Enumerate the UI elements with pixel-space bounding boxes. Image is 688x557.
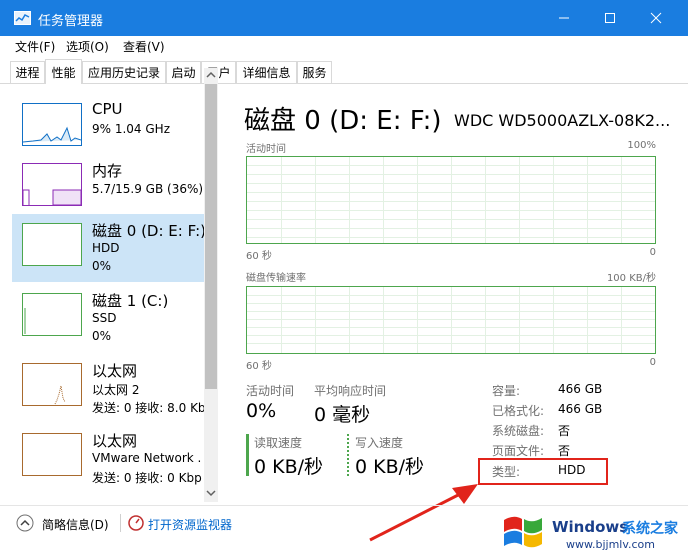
disk-model: WDC WD5000AZLX-08K2... [454, 111, 671, 130]
minimize-button[interactable] [541, 0, 587, 36]
sidebar-item-adapter: 以太网 2 [92, 383, 140, 397]
tab-details[interactable]: 详细信息 [236, 61, 297, 83]
scrollbar-thumb[interactable] [205, 84, 217, 389]
ethernet2-thumbnail [22, 433, 82, 476]
close-button[interactable] [633, 0, 679, 36]
sidebar-item-disk1[interactable]: 磁盘 1 (C:) SSD 0% [12, 284, 204, 352]
watermark-url: www.bjjmlv.com [566, 538, 655, 551]
capacity-value: 466 GB [558, 382, 603, 396]
open-resource-monitor-link[interactable]: 打开资源监视器 [148, 516, 232, 533]
sidebar-item-usage: 0% [92, 329, 112, 343]
sidebar-item-title: 磁盘 1 (C:) [92, 292, 169, 310]
sidebar-item-detail: 5.7/15.9 GB (36%) [92, 182, 204, 196]
sidebar-item-throughput: 发送: 0 接收: 8.0 Kb [92, 401, 206, 415]
annotation-highlight-box [478, 458, 608, 485]
tab-divider [0, 83, 688, 84]
graph1-time: 60 秒 [246, 251, 272, 262]
footer-separator [120, 514, 121, 532]
resource-monitor-icon [128, 515, 144, 531]
capacity-label: 容量: [492, 384, 521, 398]
formatted-label: 已格式化: [492, 404, 545, 418]
scroll-up-icon[interactable] [206, 70, 216, 80]
tab-app-history[interactable]: 应用历史记录 [82, 61, 166, 83]
window-title: 任务管理器 [38, 14, 104, 29]
sidebar-item-title: 内存 [92, 162, 123, 180]
chevron-up-icon[interactable] [16, 514, 34, 532]
sidebar-item-title: 以太网 [92, 362, 138, 380]
page-file-label: 页面文件: [492, 444, 545, 458]
ethernet1-thumbnail [22, 363, 82, 406]
sidebar-item-adapter: VMware Network . [92, 451, 202, 465]
write-speed-indicator [347, 434, 349, 476]
graph2-max: 100 KB/秒 [606, 273, 656, 284]
scroll-down-icon[interactable] [206, 488, 216, 498]
system-disk-label: 系统磁盘: [492, 424, 545, 438]
fewer-details-button[interactable]: 简略信息(D) [42, 516, 109, 533]
sidebar-item-title: CPU [92, 100, 123, 118]
sidebar-item-type: HDD [92, 241, 120, 255]
response-time-value: 0 毫秒 [314, 404, 371, 426]
graph1-label: 活动时间 [246, 144, 286, 155]
tab-processes[interactable]: 进程 [10, 61, 45, 83]
memory-thumbnail [22, 163, 82, 206]
sidebar-item-type: SSD [92, 311, 117, 325]
sidebar-item-throughput: 发送: 0 接收: 0 Kbp [92, 471, 202, 485]
sidebar-item-usage: 0% [92, 259, 112, 273]
sidebar-item-memory[interactable]: 内存 5.7/15.9 GB (36%) [12, 154, 204, 222]
graph2-time: 60 秒 [246, 361, 272, 372]
tab-startup[interactable]: 启动 [166, 61, 201, 83]
windows-logo-icon [504, 516, 542, 548]
menu-view[interactable]: 查看(V) [123, 38, 165, 55]
active-time-value: 0% [246, 400, 277, 422]
tab-performance[interactable]: 性能 [45, 59, 82, 84]
read-speed-indicator [246, 434, 249, 476]
page-title: 磁盘 0 (D: E: F:) [244, 106, 442, 136]
sidebar-item-title: 以太网 [92, 432, 138, 450]
sidebar-item-detail: 9% 1.04 GHz [92, 122, 171, 136]
sidebar-item-ethernet-2[interactable]: 以太网 VMware Network . 发送: 0 接收: 0 Kbp [12, 424, 204, 492]
sidebar-item-cpu[interactable]: CPU 9% 1.04 GHz [12, 94, 204, 162]
graph2-label: 磁盘传输速率 [246, 273, 306, 284]
disk1-thumbnail [22, 293, 82, 336]
system-disk-value: 否 [558, 424, 571, 438]
watermark-brand: Windows [552, 518, 629, 536]
minimize-icon [559, 17, 569, 19]
maximize-button[interactable] [587, 0, 633, 36]
graph1-min: 0 [649, 247, 656, 258]
read-speed-value: 0 KB/秒 [254, 456, 324, 478]
write-speed-label: 写入速度 [355, 436, 404, 450]
transfer-rate-graph [246, 286, 656, 354]
response-time-label: 平均响应时间 [314, 384, 387, 398]
graph2-min: 0 [649, 357, 656, 368]
maximize-icon [605, 13, 615, 23]
write-speed-value: 0 KB/秒 [355, 456, 425, 478]
sidebar-item-disk0[interactable]: 磁盘 0 (D: E: F:) HDD 0% [12, 214, 206, 282]
task-manager-icon [14, 11, 31, 25]
page-file-value: 否 [558, 444, 571, 458]
sidebar-item-title: 磁盘 0 (D: E: F:) [92, 222, 206, 240]
activity-time-graph [246, 156, 656, 244]
menu-options[interactable]: 选项(O) [66, 38, 109, 55]
formatted-value: 466 GB [558, 402, 603, 416]
footer-divider [0, 505, 688, 506]
graph1-max: 100% [627, 140, 656, 151]
watermark-brand-cn: 系统之家 [622, 521, 678, 537]
annotation-arrow-icon [369, 484, 478, 542]
cpu-thumbnail [22, 103, 82, 146]
sidebar-item-ethernet-1[interactable]: 以太网 以太网 2 发送: 0 接收: 8.0 Kb [12, 354, 206, 422]
read-speed-label: 读取速度 [254, 436, 303, 450]
tab-services[interactable]: 服务 [297, 61, 332, 83]
menu-file[interactable]: 文件(F) [15, 38, 55, 55]
active-time-label: 活动时间 [246, 384, 295, 398]
disk0-thumbnail [22, 223, 82, 266]
close-icon [650, 12, 662, 24]
